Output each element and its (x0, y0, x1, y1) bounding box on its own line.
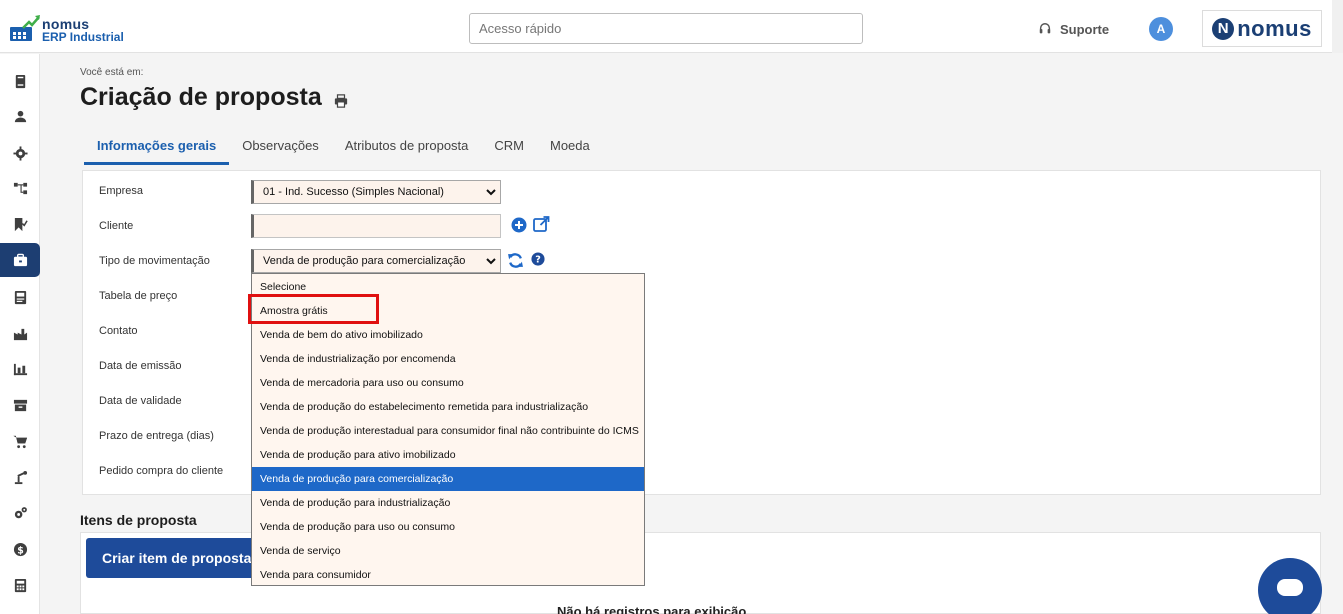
option-venda-industrializacao-encomenda[interactable]: Venda de industrialização por encomenda (252, 347, 644, 371)
movement-type-label: Tipo de movimentação (99, 255, 210, 267)
option-venda-producao-ativo[interactable]: Venda de produção para ativo imobilizado (252, 443, 644, 467)
tab-crm[interactable]: CRM (481, 131, 537, 165)
production-icon (13, 363, 27, 375)
tab-observations[interactable]: Observações (229, 131, 332, 165)
sidebar-item-book[interactable] (0, 64, 40, 98)
gears-icon (14, 506, 27, 518)
briefcase-icon (13, 253, 27, 266)
client-label: Cliente (99, 220, 134, 232)
chat-button[interactable] (1258, 558, 1322, 614)
empty-table-message: Não há registros para exibição (557, 604, 747, 614)
client-input[interactable] (251, 214, 501, 238)
sidebar-item-sales[interactable] (0, 243, 40, 277)
bookmark-check-icon (14, 217, 28, 231)
movement-type-options-list[interactable]: Selecione Amostra grátis Venda de bem do… (251, 273, 645, 586)
validity-date-label: Data de validade (99, 395, 182, 407)
brand-wordmark: nomus (1237, 15, 1312, 41)
support-link[interactable]: Suporte (1038, 20, 1109, 38)
option-venda-producao-comercializacao[interactable]: Venda de produção para comercialização (252, 467, 644, 491)
option-venda-mercadoria-uso[interactable]: Venda de mercadoria para uso ou consumo (252, 371, 644, 395)
option-venda-producao-remetida[interactable]: Venda de produção do estabelecimento rem… (252, 395, 644, 419)
svg-text:$: $ (17, 545, 24, 556)
company-label: Empresa (99, 185, 144, 197)
company-select-value: 01 - Ind. Sucesso (Simples Nacional) (263, 186, 444, 198)
quick-access-input[interactable] (469, 13, 863, 44)
contact-label: Contato (99, 325, 138, 337)
gear-icon (12, 145, 28, 161)
chevron-down-icon (486, 189, 496, 196)
book-icon (15, 74, 25, 88)
tab-bar: Informações gerais Observações Atributos… (84, 131, 603, 165)
user-avatar[interactable]: A (1149, 17, 1173, 41)
svg-text:?: ? (535, 255, 541, 266)
company-select[interactable]: 01 - Ind. Sucesso (Simples Nacional) (251, 180, 501, 204)
document-icon (14, 290, 26, 304)
sidebar-item-configuration[interactable] (0, 496, 40, 530)
sidebar-item-factory[interactable] (0, 316, 40, 350)
cart-icon (12, 435, 27, 448)
support-label: Suporte (1060, 21, 1110, 37)
scrollbar[interactable] (1332, 0, 1343, 53)
archive-icon (13, 399, 27, 411)
sidebar-item-structure[interactable] (0, 171, 40, 205)
logo-growth-icon (22, 15, 40, 29)
logo-product-name: ERP Industrial (42, 30, 124, 44)
print-icon[interactable] (334, 94, 348, 108)
add-client-icon[interactable] (511, 217, 527, 233)
sidebar-item-purchases[interactable] (0, 424, 40, 458)
sidebar-item-production[interactable] (0, 352, 40, 386)
sidebar-item-accounting[interactable] (0, 568, 40, 602)
breadcrumb: Você está em: (80, 67, 144, 78)
sidebar-item-engineering[interactable] (0, 460, 40, 494)
sidebar: $ (0, 54, 40, 614)
sidebar-item-settings[interactable] (0, 136, 40, 170)
option-venda-consumidor[interactable]: Venda para consumidor (252, 563, 644, 587)
app-logo[interactable]: nomus ERP Industrial (8, 14, 138, 44)
user-icon (14, 110, 26, 122)
chevron-down-icon (486, 258, 496, 265)
brand-mark-icon: N (1212, 17, 1235, 40)
tab-proposal-attributes[interactable]: Atributos de proposta (332, 131, 482, 165)
chat-bubble-icon (1277, 579, 1303, 596)
option-venda-producao-industrializacao[interactable]: Venda de produção para industrialização (252, 491, 644, 515)
calculator-icon (14, 578, 26, 592)
refresh-icon[interactable] (507, 252, 524, 269)
option-amostra-gratis[interactable]: Amostra grátis (252, 299, 644, 323)
open-external-icon[interactable] (532, 215, 551, 233)
factory-icon (13, 328, 27, 340)
delivery-time-label: Prazo de entrega (dias) (99, 430, 214, 442)
sidebar-item-documents[interactable] (0, 280, 40, 314)
sidebar-item-inventory[interactable] (0, 388, 40, 422)
price-table-label: Tabela de preço (99, 290, 178, 302)
client-po-label: Pedido compra do cliente (99, 465, 224, 477)
option-venda-servico[interactable]: Venda de serviço (252, 539, 644, 563)
top-bar: nomus ERP Industrial Suporte A N nomus (0, 0, 1343, 53)
help-icon[interactable]: ? (531, 252, 545, 266)
option-selecione[interactable]: Selecione (252, 275, 644, 299)
brand-logo: N nomus (1202, 10, 1322, 47)
option-venda-producao-uso[interactable]: Venda de produção para uso ou consumo (252, 515, 644, 539)
tab-general-info[interactable]: Informações gerais (84, 131, 230, 165)
movement-type-select-value: Venda de produção para comercialização (263, 255, 466, 267)
page-title: Criação de proposta (80, 83, 322, 111)
issue-date-label: Data de emissão (99, 360, 182, 372)
tab-currency[interactable]: Moeda (537, 131, 603, 165)
create-proposal-item-button[interactable]: Criar item de proposta (86, 538, 256, 578)
sidebar-item-tasks[interactable] (0, 207, 40, 241)
movement-type-select[interactable]: Venda de produção para comercialização (251, 249, 501, 273)
robot-arm-icon (14, 470, 27, 484)
dollar-icon: $ (13, 542, 27, 556)
items-section-title: Itens de proposta (80, 512, 197, 528)
option-venda-bem-ativo[interactable]: Venda de bem do ativo imobilizado (252, 323, 644, 347)
sidebar-item-finance[interactable]: $ (0, 532, 40, 566)
headset-icon (1039, 23, 1051, 34)
org-chart-icon (13, 182, 27, 194)
sidebar-item-user[interactable] (0, 99, 40, 133)
option-venda-producao-interestadual[interactable]: Venda de produção interestadual para con… (252, 419, 644, 443)
